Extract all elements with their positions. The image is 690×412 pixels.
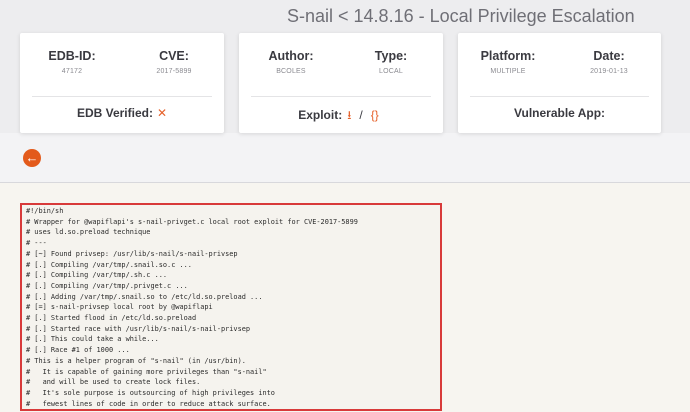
code-line: #!/bin/sh xyxy=(26,207,64,215)
code-line: # uses ld.so.preload technique xyxy=(26,228,151,237)
code-line: # [.] Compiling /var/tmp/.sh.c ... xyxy=(26,271,168,280)
code-line: # [.] Started flood in /etc/ld.so.preloa… xyxy=(26,314,197,323)
card-divider xyxy=(470,96,649,97)
card-edb-info: EDB-ID: 47172 CVE: 2017-5899 EDB Verifie… xyxy=(20,33,224,133)
card-platform-info: Platform: MULTIPLE Date: 2019-01-13 Vuln… xyxy=(458,33,661,133)
back-arrow-icon[interactable]: ← xyxy=(23,149,41,167)
vulnerable-app-label: Vulnerable App: xyxy=(513,106,606,120)
edb-id-label: EDB-ID: xyxy=(48,49,96,63)
edb-id-value: 47172 xyxy=(61,68,83,75)
exploit-separator: / xyxy=(359,108,363,122)
code-line: # [.] Compiling /var/tmp/.snail.so.c ... xyxy=(26,260,192,269)
card-divider xyxy=(251,96,431,97)
code-line: # and will be used to create lock files. xyxy=(26,378,201,387)
page-title: S-nail < 14.8.16 - Local Privilege Escal… xyxy=(287,6,635,26)
code-line: # [.] Started race with /usr/lib/s-nail/… xyxy=(26,324,251,333)
card-divider xyxy=(32,96,212,97)
download-icon[interactable]: ⭳ xyxy=(347,108,351,122)
code-line: # [~] Found privsep: /usr/lib/s-nail/s-n… xyxy=(26,249,238,258)
date-value: 2019-01-13 xyxy=(590,68,628,75)
code-line: # This is a helper program of "s-nail" (… xyxy=(26,356,246,365)
platform-value[interactable]: MULTIPLE xyxy=(474,68,542,75)
platform-label: Platform: xyxy=(480,49,536,63)
code-line: # fewest lines of code in order to reduc… xyxy=(26,399,271,408)
edb-verified: EDB Verified: ✕ xyxy=(20,106,224,120)
cross-icon: ✕ xyxy=(156,106,168,120)
type-label: Type: xyxy=(374,49,408,63)
date-label: Date: xyxy=(593,49,625,63)
cve-value[interactable]: 2017-5899 xyxy=(144,68,204,75)
code-line: # It's sole purpose is outsourcing of hi… xyxy=(26,388,275,397)
author-label: Author: xyxy=(268,49,314,63)
code-line: # [.] Compiling /var/tmp/.privget.c ... xyxy=(26,281,188,290)
code-lines: #!/bin/sh # Wrapper for @wapiflapi's s-na… xyxy=(22,205,440,409)
braces-icon[interactable]: {} xyxy=(371,108,379,122)
type-value[interactable]: LOCAL xyxy=(361,68,421,75)
exploit-actions: Exploit: ⭳ / {} xyxy=(239,106,443,127)
exploit-code-block[interactable]: #!/bin/sh # Wrapper for @wapiflapi's s-na… xyxy=(20,203,442,411)
edb-verified-label: EDB Verified: xyxy=(76,106,153,120)
code-line: # [.] Adding /var/tmp/.snail.so to /etc/… xyxy=(26,292,263,301)
card-author-info: Author: BCOLES Type: LOCAL Exploit: ⭳ / {} xyxy=(239,33,443,133)
code-line: # It is capable of gaining more privileg… xyxy=(26,367,267,376)
code-line: # --- xyxy=(26,239,47,248)
code-line: # [.] Race #1 of 1000 ... xyxy=(26,346,130,355)
vulnerable-app: Vulnerable App: xyxy=(458,106,661,120)
code-line: # Wrapper for @wapiflapi's s-nail-privge… xyxy=(26,217,358,226)
code-line: # [.] This could take a while... xyxy=(26,335,159,344)
author-value[interactable]: BCOLES xyxy=(259,68,323,75)
code-line: # [=] s-nail-privsep local root by @wapi… xyxy=(26,303,213,312)
cve-label: CVE: xyxy=(159,49,189,63)
exploit-label: Exploit: xyxy=(298,108,343,122)
